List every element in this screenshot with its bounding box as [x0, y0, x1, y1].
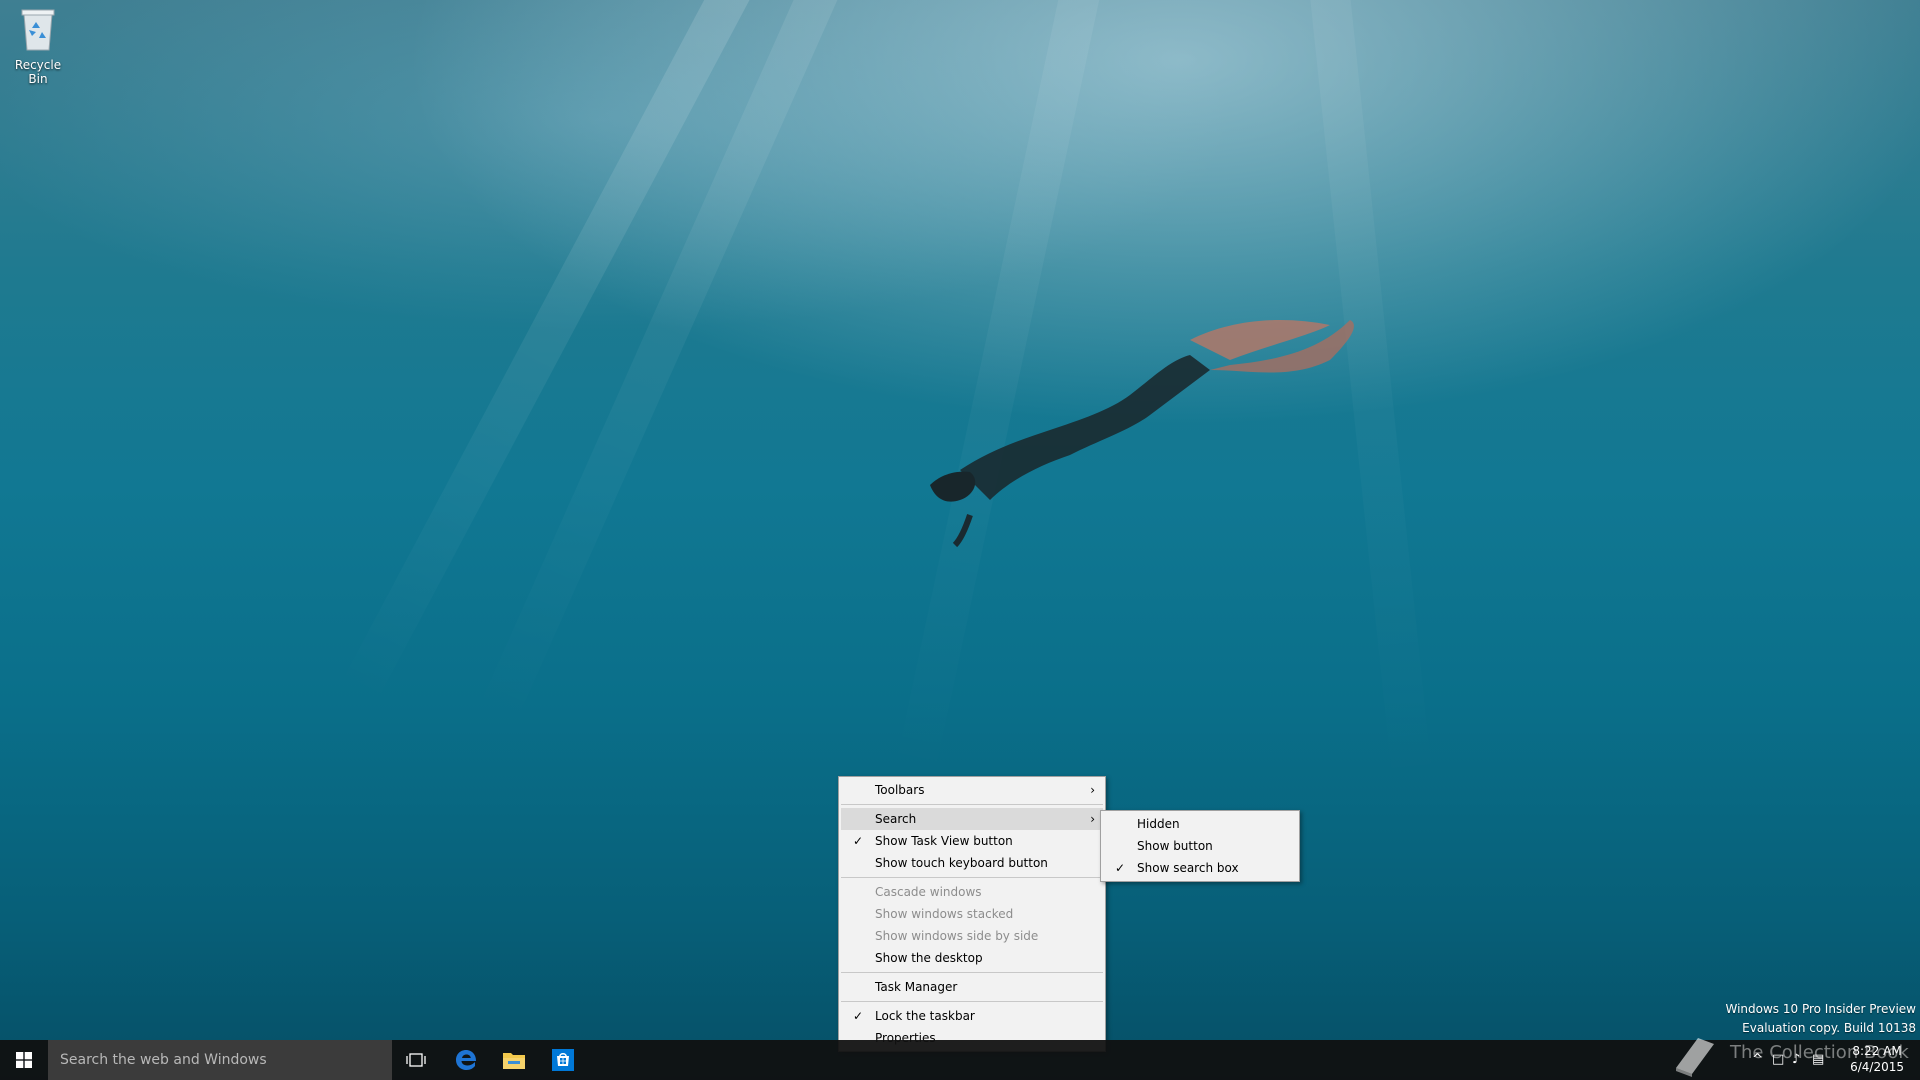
menu-item-label: Show Task View button: [875, 834, 1013, 848]
menu-item-show-windows-stacked: Show windows stacked: [841, 903, 1103, 925]
windows-logo-icon: [16, 1052, 32, 1068]
taskbar[interactable]: Search the web and Windows ^ □ ♪ ▤ 8:22 …: [0, 1040, 1920, 1080]
menu-item-label: Toolbars: [875, 783, 925, 797]
menu-item-label: Search: [875, 812, 917, 826]
menu-item-lock-the-taskbar[interactable]: ✓ Lock the taskbar: [841, 1005, 1103, 1027]
menu-item-toolbars[interactable]: Toolbars ›: [841, 779, 1103, 801]
submenu-item-show-button[interactable]: Show button: [1103, 835, 1297, 857]
menu-item-show-touch-keyboard-button[interactable]: Show touch keyboard button: [841, 852, 1103, 874]
menu-separator: [841, 1001, 1103, 1002]
menu-item-label: Lock the taskbar: [875, 1009, 975, 1023]
store-taskbar-button[interactable]: [539, 1040, 587, 1080]
watermark-line: Windows 10 Pro Insider Preview: [1725, 1002, 1916, 1016]
submenu-arrow-icon: ›: [1090, 812, 1095, 826]
task-view-button[interactable]: [392, 1040, 440, 1080]
desktop-icon-label: Recycle Bin: [14, 58, 62, 86]
menu-separator: [841, 804, 1103, 805]
menu-separator: [841, 877, 1103, 878]
menu-item-label: Show the desktop: [875, 951, 983, 965]
store-icon: [552, 1049, 574, 1071]
menu-separator: [841, 972, 1103, 973]
checkmark-icon: ✓: [853, 834, 864, 848]
menu-item-cascade-windows: Cascade windows: [841, 881, 1103, 903]
desktop[interactable]: Recycle Bin Toolbars › Search › ✓ Show T…: [0, 0, 1920, 1080]
file-explorer-icon: [503, 1053, 525, 1069]
menu-item-label: Show windows side by side: [875, 929, 1039, 943]
menu-item-label: Task Manager: [875, 980, 958, 994]
menu-item-search[interactable]: Search ›: [841, 808, 1103, 830]
menu-item-label: Show touch keyboard button: [875, 856, 1048, 870]
edge-icon: [456, 1050, 477, 1070]
menu-item-task-manager[interactable]: Task Manager: [841, 976, 1103, 998]
submenu-item-show-search-box[interactable]: ✓ Show search box: [1103, 857, 1297, 879]
desktop-icon-recycle-bin[interactable]: Recycle Bin: [4, 6, 72, 86]
build-watermark: Windows 10 Pro Insider Preview Evaluatio…: [1725, 1000, 1916, 1038]
file-explorer-taskbar-button[interactable]: [490, 1040, 538, 1080]
brand-watermark: The Collection Book: [1730, 1042, 1909, 1063]
edge-taskbar-button[interactable]: [442, 1040, 490, 1080]
menu-item-label: Hidden: [1137, 817, 1180, 831]
menu-item-label: Show button: [1137, 839, 1213, 853]
recycle-bin-icon: [21, 9, 55, 51]
task-view-icon: [406, 1053, 426, 1067]
wallpaper-swimmer: [930, 320, 1354, 548]
menu-item-show-the-desktop[interactable]: Show the desktop: [841, 947, 1103, 969]
taskbar-context-menu: Toolbars › Search › ✓ Show Task View but…: [838, 776, 1106, 1052]
book-logo-icon: [1676, 1038, 1714, 1077]
search-submenu: Hidden Show button ✓ Show search box: [1100, 810, 1300, 882]
menu-item-label: Cascade windows: [875, 885, 982, 899]
menu-item-label: Show windows stacked: [875, 907, 1014, 921]
watermark-line: Evaluation copy. Build 10138: [1742, 1021, 1916, 1035]
menu-item-label: Show search box: [1137, 861, 1239, 875]
menu-item-show-task-view-button[interactable]: ✓ Show Task View button: [841, 830, 1103, 852]
checkmark-icon: ✓: [853, 1009, 864, 1023]
menu-item-show-windows-side-by-side: Show windows side by side: [841, 925, 1103, 947]
taskbar-search-box[interactable]: Search the web and Windows: [48, 1040, 392, 1080]
submenu-arrow-icon: ›: [1090, 783, 1095, 797]
submenu-item-hidden[interactable]: Hidden: [1103, 813, 1297, 835]
checkmark-icon: ✓: [1115, 861, 1126, 875]
start-button[interactable]: [0, 1040, 48, 1080]
